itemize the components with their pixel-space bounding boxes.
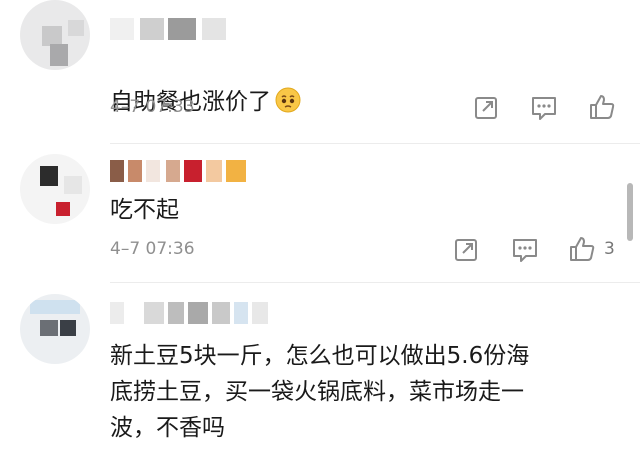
divider [110, 282, 640, 283]
comment-item: 吃不起 4–7 07:36 3 [0, 146, 640, 280]
thumbs-up-icon[interactable] [567, 234, 597, 262]
like-count: 3 [604, 239, 615, 259]
comment-icon[interactable] [529, 94, 559, 122]
thumbs-up-icon[interactable] [587, 92, 617, 120]
avatar[interactable] [20, 0, 90, 70]
scrollbar[interactable] [627, 183, 633, 241]
comment-time: 4–7 07:36 [110, 239, 195, 259]
comment-item: 新土豆5块一斤，怎么也可以做出5.6份海 底捞土豆，买一袋火锅底料，菜市场走一 … [0, 284, 640, 453]
pleading-face-emoji [275, 87, 301, 113]
comment-text: 吃不起 [110, 197, 179, 223]
repost-icon[interactable] [452, 236, 482, 264]
comment-text: 新土豆5块一斤，怎么也可以做出5.6份海 底捞土豆，买一袋火锅底料，菜市场走一 … [110, 343, 530, 441]
avatar[interactable] [20, 294, 90, 364]
repost-icon[interactable] [472, 94, 502, 122]
comment-item: 自助餐也涨价了 4–7 07:33 [0, 0, 640, 142]
comment-time: 4–7 07:33 [110, 97, 195, 117]
divider [110, 143, 640, 144]
comment-icon[interactable] [510, 236, 540, 264]
avatar[interactable] [20, 154, 90, 224]
